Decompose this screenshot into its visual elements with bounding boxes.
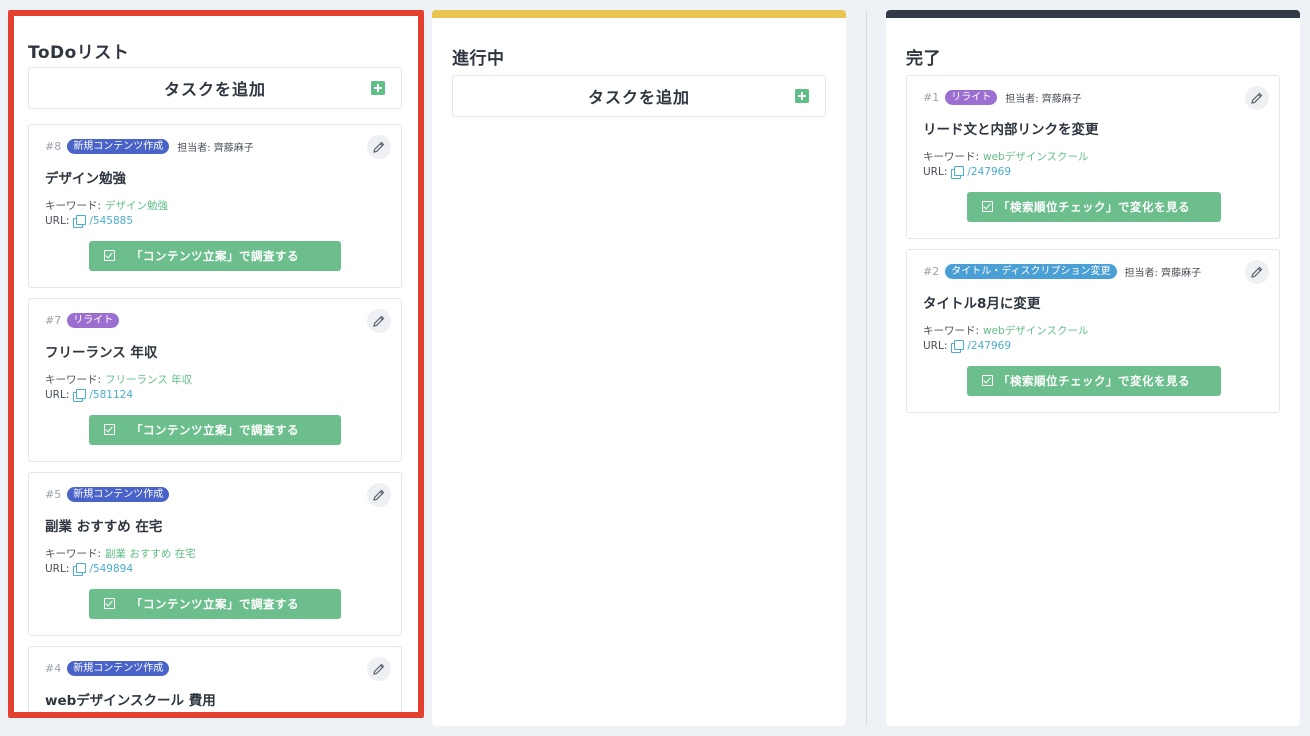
checkbox-icon: [104, 424, 115, 435]
in-progress-column: 進行中 タスクを追加: [432, 10, 846, 726]
plus-square-icon: [371, 81, 385, 95]
task-number: #5: [45, 488, 62, 501]
edit-button[interactable]: [367, 309, 391, 333]
category-tag: リライト: [945, 90, 998, 105]
plus-square-icon: [795, 89, 809, 103]
column-title: 完了: [906, 49, 941, 69]
add-task-label: タスクを追加: [163, 80, 266, 99]
url-row: URL:/247969: [923, 340, 1011, 353]
task-number: #2: [923, 265, 940, 278]
copy-icon[interactable]: [73, 389, 87, 402]
checkbox-icon: [104, 598, 115, 609]
keyword-row: キーワード: 副業 おすすめ 在宅: [45, 548, 196, 560]
column-title: 進行中: [452, 49, 505, 69]
edit-button[interactable]: [367, 483, 391, 507]
url-link[interactable]: /549894: [89, 563, 133, 575]
keyword-link[interactable]: 副業 おすすめ 在宅: [105, 548, 196, 560]
keyword-link[interactable]: フリーランス 年収: [105, 374, 192, 386]
task-card[interactable]: #5 新規コンテンツ作成 副業 おすすめ 在宅 キーワード: 副業 おすすめ 在宅…: [28, 472, 402, 636]
url-link[interactable]: /247969: [967, 340, 1011, 352]
task-number: #4: [45, 662, 62, 675]
edit-button[interactable]: [367, 657, 391, 681]
task-title: リード文と内部リンクを変更: [923, 122, 1099, 138]
checkbox-icon: [982, 201, 993, 212]
pencil-icon: [373, 141, 385, 153]
research-button[interactable]: 「コンテンツ立案」で調査する: [89, 241, 341, 271]
rank-check-button[interactable]: 「検索順位チェック」で変化を見る: [967, 366, 1221, 396]
task-card[interactable]: #8 新規コンテンツ作成 担当者: 齊藤麻子 デザイン勉強 キーワード: デザイン…: [28, 124, 402, 288]
task-title: 副業 おすすめ 在宅: [45, 519, 163, 535]
research-button[interactable]: 「コンテンツ立案」で調査する: [89, 589, 341, 619]
keyword-row: キーワード: デザイン勉強: [45, 200, 169, 212]
card-header: #5 新規コンテンツ作成: [45, 487, 177, 502]
pencil-icon: [373, 663, 385, 675]
category-tag: リライト: [67, 313, 120, 328]
research-button[interactable]: 「コンテンツ立案」で調査する: [89, 415, 341, 445]
add-task-button[interactable]: タスクを追加: [452, 75, 826, 117]
card-header: #8 新規コンテンツ作成 担当者: 齊藤麻子: [45, 139, 254, 154]
checkbox-icon: [982, 375, 993, 386]
keyword-row: キーワード: フリーランス 年収: [45, 374, 193, 386]
card-header: #2 タイトル・ディスクリプション変更 担当者: 齊藤麻子: [923, 264, 1201, 279]
url-link[interactable]: /545885: [89, 215, 133, 227]
done-column: 完了 #1 リライト 担当者: 齊藤麻子 リード文と内部リンクを変更 キーワード…: [886, 10, 1300, 726]
card-header: #4 新規コンテンツ作成: [45, 661, 177, 676]
edit-button[interactable]: [367, 135, 391, 159]
keyword-row: キーワード: webデザインスクール: [923, 151, 1089, 163]
pencil-icon: [373, 315, 385, 327]
column-divider: [866, 10, 867, 726]
copy-icon[interactable]: [951, 340, 965, 353]
edit-button[interactable]: [1245, 260, 1269, 284]
add-task-label: タスクを追加: [587, 88, 690, 107]
url-link[interactable]: /247969: [967, 166, 1011, 178]
rank-check-button[interactable]: 「検索順位チェック」で変化を見る: [967, 192, 1221, 222]
task-card[interactable]: #2 タイトル・ディスクリプション変更 担当者: 齊藤麻子 タイトル8月に変更 …: [906, 249, 1280, 413]
task-card[interactable]: #7 リライト フリーランス 年収 キーワード: フリーランス 年収 URL:/5…: [28, 298, 402, 462]
column-title: ToDoリスト: [28, 43, 130, 63]
category-tag: 新規コンテンツ作成: [67, 661, 170, 676]
url-row: URL:/549894: [45, 563, 133, 576]
keyword-link[interactable]: webデザインスクール: [983, 325, 1089, 337]
task-title: webデザインスクール 費用: [45, 693, 216, 709]
edit-button[interactable]: [1245, 86, 1269, 110]
keyword-link[interactable]: webデザインスクール: [983, 151, 1089, 163]
url-row: URL:/581124: [45, 389, 133, 402]
task-card[interactable]: #1 リライト 担当者: 齊藤麻子 リード文と内部リンクを変更 キーワード: we…: [906, 75, 1280, 239]
assignee: 担当者: 齊藤麻子: [177, 143, 254, 154]
task-card[interactable]: #4 新規コンテンツ作成 webデザインスクール 費用: [28, 646, 402, 712]
task-title: フリーランス 年収: [45, 345, 158, 361]
copy-icon[interactable]: [73, 563, 87, 576]
copy-icon[interactable]: [73, 215, 87, 228]
add-task-button[interactable]: タスクを追加: [28, 67, 402, 109]
url-row: URL:/545885: [45, 215, 133, 228]
pencil-icon: [1251, 92, 1263, 104]
pencil-icon: [1251, 266, 1263, 278]
category-tag: タイトル・ディスクリプション変更: [945, 264, 1117, 279]
url-row: URL:/247969: [923, 166, 1011, 179]
task-number: #7: [45, 314, 62, 327]
todo-column: ToDoリスト タスクを追加 #8 新規コンテンツ作成 担当者: 齊藤麻子 デザ…: [8, 10, 424, 718]
card-header: #1 リライト 担当者: 齊藤麻子: [923, 90, 1082, 105]
copy-icon[interactable]: [951, 166, 965, 179]
checkbox-icon: [104, 250, 115, 261]
url-link[interactable]: /581124: [89, 389, 133, 401]
pencil-icon: [373, 489, 385, 501]
category-tag: 新規コンテンツ作成: [67, 139, 170, 154]
assignee: 担当者: 齊藤麻子: [1124, 268, 1202, 279]
task-title: デザイン勉強: [45, 171, 126, 187]
task-number: #8: [45, 140, 62, 153]
assignee: 担当者: 齊藤麻子: [1005, 94, 1082, 105]
keyword-link[interactable]: デザイン勉強: [105, 200, 168, 212]
card-header: #7 リライト: [45, 313, 127, 328]
category-tag: 新規コンテンツ作成: [67, 487, 170, 502]
task-title: タイトル8月に変更: [923, 296, 1041, 312]
keyword-row: キーワード: webデザインスクール: [923, 325, 1089, 337]
task-number: #1: [923, 91, 940, 104]
